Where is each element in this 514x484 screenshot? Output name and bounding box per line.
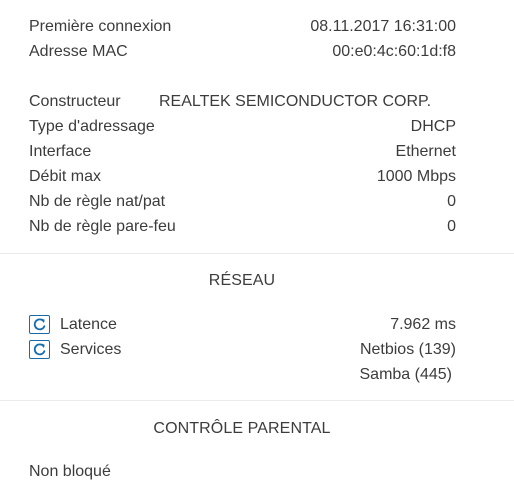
manufacturer-value: REALTEK SEMICONDUCTOR CORP. bbox=[159, 93, 432, 110]
firewall-rules-row: Nb de règle pare-feu 0 bbox=[29, 214, 456, 239]
first-connection-row: Première connexion 08.11.2017 16:31:00 bbox=[29, 14, 456, 39]
max-rate-label: Débit max bbox=[29, 168, 102, 185]
parental-section-title: CONTRÔLE PARENTAL bbox=[153, 420, 331, 437]
latency-row: Latence 7.962 ms bbox=[29, 312, 456, 337]
parental-status: Non bloqué bbox=[29, 463, 111, 480]
nat-rules-row: Nb de règle nat/pat 0 bbox=[29, 189, 456, 214]
service-item: Samba (445) bbox=[359, 366, 453, 383]
latency-refresh-icon[interactable] bbox=[29, 315, 50, 334]
manufacturer-row: Constructeur REALTEK SEMICONDUCTOR CORP. bbox=[29, 89, 456, 114]
mac-address-row: Adresse MAC 00:e0:4c:60:1d:f8 bbox=[29, 39, 456, 64]
section-divider bbox=[0, 400, 514, 401]
services-refresh-icon[interactable] bbox=[29, 340, 50, 359]
parental-status-row: Non bloqué bbox=[29, 459, 456, 484]
service-item: Netbios (139) bbox=[359, 341, 456, 358]
interface-row: Interface Ethernet bbox=[29, 139, 456, 164]
interface-value: Ethernet bbox=[395, 143, 456, 160]
latency-value: 7.962 ms bbox=[390, 316, 456, 333]
services-row: Services Netbios (139) bbox=[29, 337, 456, 362]
first-connection-label: Première connexion bbox=[29, 18, 172, 35]
mac-address-value: 00:e0:4c:60:1d:f8 bbox=[332, 43, 456, 60]
interface-label: Interface bbox=[29, 143, 92, 160]
latency-label: Latence bbox=[60, 316, 117, 333]
mac-address-label: Adresse MAC bbox=[29, 43, 128, 60]
services-label: Services bbox=[60, 341, 122, 358]
max-rate-row: Débit max 1000 Mbps bbox=[29, 164, 456, 189]
network-section-title: RÉSEAU bbox=[208, 272, 276, 289]
nat-rules-label: Nb de règle nat/pat bbox=[29, 193, 166, 210]
addressing-type-value: DHCP bbox=[410, 118, 456, 135]
section-divider bbox=[0, 253, 514, 254]
manufacturer-label: Constructeur bbox=[29, 93, 121, 110]
firewall-rules-value: 0 bbox=[447, 218, 456, 235]
firewall-rules-label: Nb de règle pare-feu bbox=[29, 218, 176, 235]
addressing-type-label: Type d'adressage bbox=[29, 118, 155, 135]
nat-rules-value: 0 bbox=[447, 193, 456, 210]
addressing-type-row: Type d'adressage DHCP bbox=[29, 114, 456, 139]
first-connection-value: 08.11.2017 16:31:00 bbox=[310, 18, 456, 35]
max-rate-value: 1000 Mbps bbox=[376, 168, 456, 185]
